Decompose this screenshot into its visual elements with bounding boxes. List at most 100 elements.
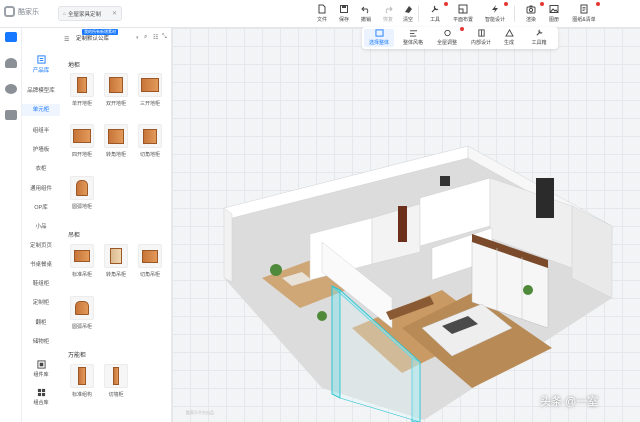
floorplan-button[interactable]: 平面布置 <box>452 4 474 23</box>
album-button[interactable]: 图册 <box>543 4 565 23</box>
cabinet-thumbnail <box>78 367 86 385</box>
scene-plant <box>523 285 533 295</box>
tool-icon <box>431 5 439 13</box>
cabinet-thumbnail <box>74 250 90 262</box>
category-item[interactable]: 组组半 <box>22 126 60 134</box>
select-all-button[interactable]: 选择整体 <box>364 29 394 47</box>
3d-viewport[interactable] <box>172 28 640 422</box>
toolbox-button[interactable]: 工具箱 <box>524 29 554 46</box>
category-item[interactable]: OP库 <box>22 203 60 211</box>
toolbar-divider <box>418 6 419 22</box>
library-item[interactable]: 转角吊柜 <box>102 244 130 280</box>
redo-icon <box>385 6 393 14</box>
collapse-icon[interactable]: ⤡ <box>162 34 167 41</box>
library-select[interactable]: ☰ 我的所有新增素材 定制默认公库 ▾ ⌕ ☷ ⤡ <box>64 29 168 46</box>
undo-icon <box>361 6 369 14</box>
category-item[interactable]: 定制柜 <box>22 298 60 306</box>
library-item[interactable]: 切角吊柜 <box>136 244 164 280</box>
cabinet-thumbnail <box>108 128 124 144</box>
cabinet-thumbnail <box>113 367 119 385</box>
file-icon <box>318 4 326 14</box>
category-item[interactable]: 翻柜 <box>22 318 60 326</box>
library-item[interactable]: 切墙柜 <box>102 364 130 400</box>
mode-toolbar: 选择整体 整体风格 全屋调整 内部设计 生成 工具箱 <box>362 27 558 49</box>
album-icon <box>549 5 559 13</box>
library-item[interactable]: 圆弧吊柜 <box>68 296 96 332</box>
library-item[interactable]: 标准吊柜 <box>68 244 96 280</box>
category-item-selected[interactable]: 单元柜 <box>22 104 60 116</box>
category-item[interactable]: 鞋组柜 <box>22 279 60 287</box>
search-icon[interactable]: ⌕ <box>144 34 147 41</box>
cabinet-thumbnail <box>75 301 89 315</box>
category-column: 产品库 品牌模型库 单元柜 组组半 护墙板 衣柜 通用组件 OP库 小品 定制页… <box>22 28 60 422</box>
library-item[interactable]: 圆弧地柜 <box>68 176 96 212</box>
category-item[interactable]: 小品 <box>22 222 60 230</box>
clear-button[interactable]: 清空 <box>397 4 419 23</box>
category-item[interactable]: 储物柜 <box>22 337 60 345</box>
group-title: 地柜 <box>68 63 81 69</box>
library-item[interactable]: 标准组构 <box>68 364 96 400</box>
adjust-icon <box>443 29 451 37</box>
drawing-list-button[interactable]: 图纸&清单 <box>570 2 600 23</box>
library-item[interactable]: 双开地柜 <box>102 73 130 109</box>
smart-design-button[interactable]: 智能设计 <box>484 2 508 23</box>
material-icon[interactable] <box>5 58 17 68</box>
scene-selected-wall[interactable] <box>331 285 341 399</box>
style-icon <box>409 30 417 37</box>
scene-window <box>536 178 554 218</box>
smart-design-icon <box>492 5 498 13</box>
product-library-icon <box>36 55 46 64</box>
notification-dot <box>444 2 448 6</box>
category-item[interactable]: 护墙板 <box>22 145 60 153</box>
filter-icon[interactable]: ☷ <box>153 34 158 41</box>
adjust-button[interactable]: 全屋调整 <box>432 27 464 46</box>
render-button[interactable]: 渲染 <box>520 2 544 23</box>
save-icon <box>340 5 348 13</box>
left-rail <box>0 28 22 422</box>
list-icon[interactable]: ☰ <box>64 36 69 43</box>
category-item[interactable]: 通用组件 <box>22 184 60 192</box>
category-item[interactable]: 品牌模型库 <box>22 86 60 94</box>
decoration-icon[interactable] <box>5 110 17 120</box>
scene-plant <box>317 311 327 321</box>
scene-door <box>398 206 407 242</box>
user-icon[interactable] <box>5 84 17 94</box>
render-icon <box>526 5 536 14</box>
library-item[interactable]: 单开地柜 <box>68 73 96 109</box>
scene-caption: 酷家乐平台出品 <box>186 410 214 415</box>
combo-library-tab[interactable]: 组合库 <box>22 388 60 406</box>
save-button[interactable]: 保存 <box>333 4 355 23</box>
interior-icon <box>477 29 485 37</box>
file-button[interactable]: 文件 <box>311 4 333 23</box>
drawing-list-icon <box>580 4 588 14</box>
redo-button[interactable]: 恢复 <box>377 4 399 23</box>
scene-wall <box>223 207 233 283</box>
project-tab[interactable]: ⌂ 全屋家具定制 ✕ <box>58 6 122 21</box>
cabinet-thumbnail <box>142 249 158 263</box>
style-button[interactable]: 整体风格 <box>398 29 428 46</box>
library-item[interactable]: 转角地柜 <box>102 124 130 160</box>
library-panel: ☰ 我的所有新增素材 定制默认公库 ▾ ⌕ ☷ ⤡ 地柜 单开地柜 双开地柜 三… <box>60 28 172 422</box>
cabinet-thumbnail <box>110 248 122 264</box>
generate-button[interactable]: 生成 <box>494 29 524 46</box>
top-toolbar: 酷家乐 ⌂ 全屋家具定制 ✕ 文件 保存 撤销 恢复 清空 工具 平面布置 智能… <box>0 0 640 28</box>
component-library-tab[interactable]: 组件库 <box>22 360 60 378</box>
layout-icon[interactable] <box>5 32 17 42</box>
library-item[interactable]: 四开地柜 <box>68 124 96 160</box>
close-icon[interactable]: ✕ <box>112 10 117 17</box>
group-title: 万能柜 <box>68 353 87 359</box>
tool-button[interactable]: 工具 <box>424 2 448 23</box>
category-item[interactable]: 定制页页 <box>22 241 60 249</box>
library-item[interactable]: 三开地柜 <box>136 73 164 109</box>
home-icon: ⌂ <box>63 10 67 17</box>
library-item[interactable]: 切角地柜 <box>136 124 164 160</box>
logo-icon <box>4 6 15 17</box>
category-item[interactable]: 书桌餐桌 <box>22 260 60 268</box>
undo-button[interactable]: 撤销 <box>355 4 377 23</box>
app-logo[interactable]: 酷家乐 <box>4 6 39 17</box>
category-item[interactable]: 衣柜 <box>22 164 60 172</box>
notification-dot <box>596 2 600 6</box>
floorplan-3d-scene[interactable] <box>172 28 640 422</box>
product-library-tab[interactable]: 产品库 <box>22 55 60 81</box>
interior-button[interactable]: 内部设计 <box>466 29 496 46</box>
